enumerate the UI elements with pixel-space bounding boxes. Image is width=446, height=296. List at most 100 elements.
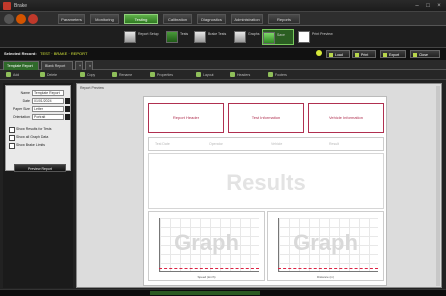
report-settings-panel: Name Template Report Date 01/01/2024 Pap… [3,83,73,288]
test-icon [166,31,178,43]
report-preview-area: Report Preview Report Header Test Inform… [76,83,442,288]
brake-icon [194,31,206,43]
graph-right[interactable]: Graph Distance (m) [267,211,384,281]
results-placeholder: Results [226,170,306,195]
chevron-down-icon[interactable] [65,106,70,112]
preview-label: Report Preview [80,86,104,90]
orientation-row: Orientation Portrait [8,114,70,120]
tool-brake-tests[interactable]: Brake Tests [194,29,232,45]
chevron-down-icon[interactable] [65,114,70,120]
export-button[interactable]: Export [380,50,406,58]
graph-limit-line [159,268,259,269]
menu-testing[interactable]: Testing [124,14,158,24]
tool-label: Print Preview [312,32,333,36]
report-icon [124,31,136,43]
summary-cell: Test Date [155,142,170,146]
preview-report-button[interactable]: Preview Report [14,164,66,172]
alert-icon[interactable] [28,14,38,24]
show-results-checkbox[interactable]: Show Results for Tests [9,126,71,133]
vertical-scrollbar[interactable] [436,86,440,286]
sub-copy[interactable]: Copy [80,72,95,78]
close-button[interactable]: Close [410,50,440,58]
test-info-box[interactable]: Test Information [228,103,304,133]
window-title: Brake [14,3,28,9]
sub-delete[interactable]: Delete [40,72,57,78]
menu-parameters[interactable]: Parameters [58,14,85,24]
tool-tests[interactable]: Tests [166,29,192,45]
test-info-box-label: Test Information [251,115,281,120]
app-orb-icon[interactable] [16,14,26,24]
settings-form: Name Template Report Date 01/01/2024 Pap… [5,85,71,172]
tab-blank-report[interactable]: Blank Report [41,61,73,70]
vehicle-info-box[interactable]: Vehicle Information [308,103,384,133]
graph-placeholder: Graph [293,230,358,255]
home-icon[interactable] [4,14,14,24]
maximize-icon[interactable]: □ [423,2,433,10]
date-input[interactable]: 01/01/2024 [32,98,64,104]
show-limits-checkbox[interactable]: Show Brake Limits [9,142,71,149]
date-row: Date 01/01/2024 [8,98,70,104]
tool-save[interactable]: Save [262,29,294,45]
tab-template-report[interactable]: Template Report [3,61,39,70]
summary-row[interactable]: Test Date Operator Vehicle Result [148,137,384,151]
star-icon[interactable] [316,50,322,56]
header-box[interactable]: Report Header [148,103,224,133]
graph-axis-label: Speed (km/h) [197,275,216,279]
app-window: Brake – □ × Parameters Monitoring Testin… [0,0,446,296]
tool-print-preview[interactable]: Print Preview [298,29,338,45]
save-icon [263,32,275,44]
orientation-select[interactable]: Portrait [32,114,64,120]
report-page: Report Header Test Information Vehicle I… [143,96,387,286]
graph-axis-label: Distance (m) [316,275,334,279]
sub-rename[interactable]: Rename [112,72,132,78]
load-button[interactable]: Load [326,50,350,58]
results-section[interactable]: Results [148,153,384,209]
menu-monitoring[interactable]: Monitoring [90,14,119,24]
status-segment [150,291,260,295]
paper-row: Paper Size Letter [8,106,70,112]
sub-layout[interactable]: Layout [196,72,214,78]
close-icon[interactable]: × [434,2,444,10]
print-button[interactable]: Print [352,50,376,58]
sub-headers[interactable]: Headers [230,72,250,78]
name-input[interactable]: Template Report [32,90,64,96]
menu-reports[interactable]: Reports [268,14,300,24]
calendar-icon[interactable] [65,98,70,104]
tool-graphs[interactable]: Graphs [234,29,260,45]
graph-placeholder: Graph [174,230,239,255]
title-bar: Brake – □ × [0,0,446,12]
report-tabs: Template Report Blank Report + × [0,60,446,70]
orientation-label: Orientation [12,115,30,119]
summary-cell: Operator [209,142,223,146]
main-menu-bar: Parameters Monitoring Testing Calibratio… [0,12,446,26]
selected-record-label: Selected Record: [4,51,37,56]
paper-label: Paper Size [12,107,30,111]
tab-close-icon[interactable]: × [85,61,93,70]
tool-report-setup[interactable]: Report Setup [124,29,164,45]
show-graph-checkbox[interactable]: Show all Graph Data [9,134,71,141]
menu-administration[interactable]: Administration [231,14,263,24]
header-box-label: Report Header [172,115,200,120]
info-bar: Selected Record: TEST · BRAKE · REPORT L… [0,48,446,60]
selected-record-value: TEST · BRAKE · REPORT [40,51,88,56]
summary-cell: Result [329,142,339,146]
paper-select[interactable]: Letter [32,106,64,112]
preview-icon [298,31,310,43]
graph-left[interactable]: Graph Speed (km/h) [148,211,265,281]
toolbar: Report Setup Tests Brake Tests Graphs Sa… [0,26,446,48]
name-row: Name Template Report [8,90,70,96]
date-label: Date [22,99,30,103]
name-label: Name [20,91,30,95]
vehicle-info-box-label: Vehicle Information [328,115,364,120]
sub-footers[interactable]: Footers [268,72,287,78]
menu-diagnostics[interactable]: Diagnostics [197,14,226,24]
sub-add[interactable]: Add [6,72,19,78]
menu-calibration[interactable]: Calibration [163,14,192,24]
app-logo-icon [3,2,11,10]
summary-cell: Vehicle [271,142,283,146]
minimize-icon[interactable]: – [412,2,422,10]
status-bar [0,289,446,296]
tab-add-icon[interactable]: + [75,61,83,70]
graph-limit-line [278,268,378,269]
sub-properties[interactable]: Properties [150,72,173,78]
